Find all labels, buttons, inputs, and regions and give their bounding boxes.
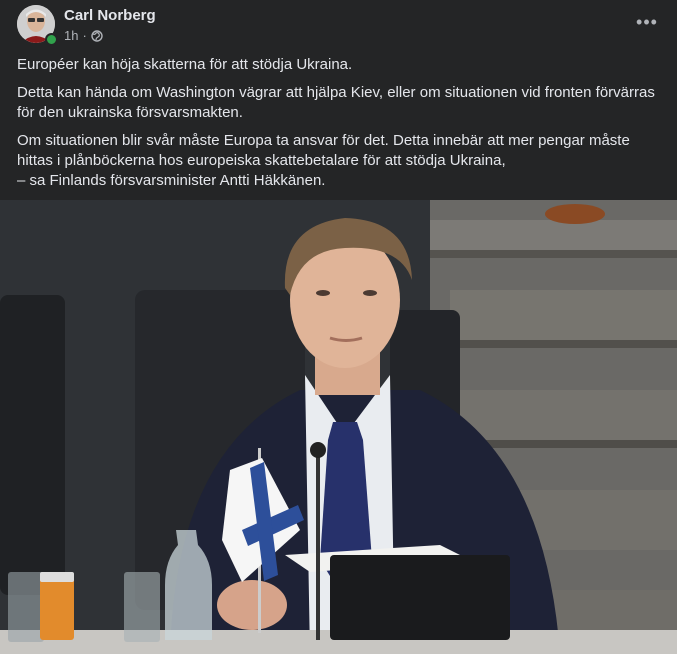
post-header: Carl Norberg 1h · ••• <box>16 4 661 46</box>
post-paragraph: Om situationen blir svår måste Europa ta… <box>17 131 662 191</box>
post-time[interactable]: 1h <box>64 28 78 43</box>
more-options-icon[interactable]: ••• <box>635 10 659 34</box>
post-paragraph-line: – sa Finlands försvarsminister Antti Häk… <box>17 172 326 189</box>
post-paragraph: Detta kan hända om Washington vägrar att… <box>17 84 655 121</box>
globe-icon[interactable] <box>91 29 103 42</box>
author-name[interactable]: Carl Norberg <box>64 7 156 24</box>
post-paragraph-line: Om situationen blir svår måste Europa ta… <box>17 132 630 169</box>
facebook-post: Carl Norberg 1h · ••• Européer kan höja … <box>0 0 677 654</box>
meta-separator: · <box>82 28 87 43</box>
post-text: Européer kan höja skatterna för att stöd… <box>17 55 662 199</box>
online-status-dot <box>45 33 58 46</box>
post-paragraph: Européer kan höja skatterna för att stöd… <box>17 56 353 73</box>
post-meta: 1h · <box>64 28 103 43</box>
post-photo[interactable] <box>0 200 677 654</box>
